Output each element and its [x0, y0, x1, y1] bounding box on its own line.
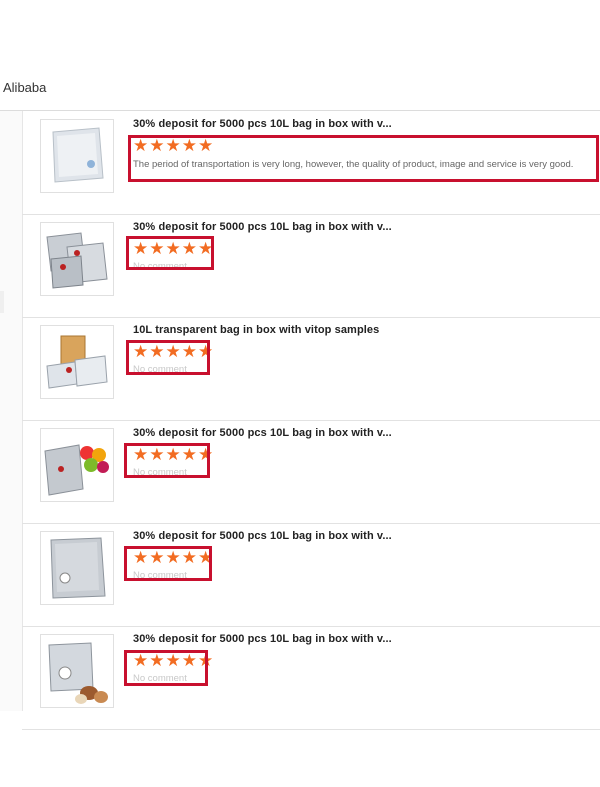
product-thumbnail[interactable]	[40, 634, 114, 708]
rating-stars: ★★★★★	[133, 342, 215, 361]
rating-stars: ★★★★★	[133, 239, 215, 258]
product-title[interactable]: 30% deposit for 5000 pcs 10L bag in box …	[133, 633, 392, 645]
product-thumbnail[interactable]	[40, 119, 114, 193]
product-title[interactable]: 30% deposit for 5000 pcs 10L bag in box …	[133, 427, 392, 439]
rating-stars: ★★★★★	[133, 136, 215, 155]
review-row: 30% deposit for 5000 pcs 10L bag in box …	[22, 626, 600, 730]
review-comment: No comment	[133, 673, 187, 684]
rating-stars: ★★★★★	[133, 445, 215, 464]
review-row: 30% deposit for 5000 pcs 10L bag in box …	[22, 420, 600, 524]
review-comment: No comment	[133, 364, 187, 375]
review-row: 30% deposit for 5000 pcs 10L bag in box …	[22, 111, 600, 215]
review-comment: The period of transportation is very lon…	[133, 159, 574, 170]
rating-stars: ★★★★★	[133, 548, 215, 567]
product-thumbnail[interactable]	[40, 325, 114, 399]
brand-label: Alibaba	[3, 80, 47, 95]
product-thumbnail[interactable]	[40, 531, 114, 605]
product-title[interactable]: 30% deposit for 5000 pcs 10L bag in box …	[133, 118, 392, 130]
product-title[interactable]: 30% deposit for 5000 pcs 10L bag in box …	[133, 221, 392, 233]
left-sidebar-strip	[0, 111, 23, 711]
product-title[interactable]: 30% deposit for 5000 pcs 10L bag in box …	[133, 530, 392, 542]
product-thumbnail[interactable]	[40, 222, 114, 296]
rating-stars: ★★★★★	[133, 651, 215, 670]
product-thumbnail[interactable]	[40, 428, 114, 502]
review-row: 30% deposit for 5000 pcs 10L bag in box …	[22, 523, 600, 627]
review-row: 30% deposit for 5000 pcs 10L bag in box …	[22, 214, 600, 318]
product-title[interactable]: 10L transparent bag in box with vitop sa…	[133, 324, 379, 336]
review-row: 10L transparent bag in box with vitop sa…	[22, 317, 600, 421]
review-comment: No comment	[133, 570, 187, 581]
review-comment: No comment	[133, 261, 187, 272]
review-comment: No comment	[133, 467, 187, 478]
